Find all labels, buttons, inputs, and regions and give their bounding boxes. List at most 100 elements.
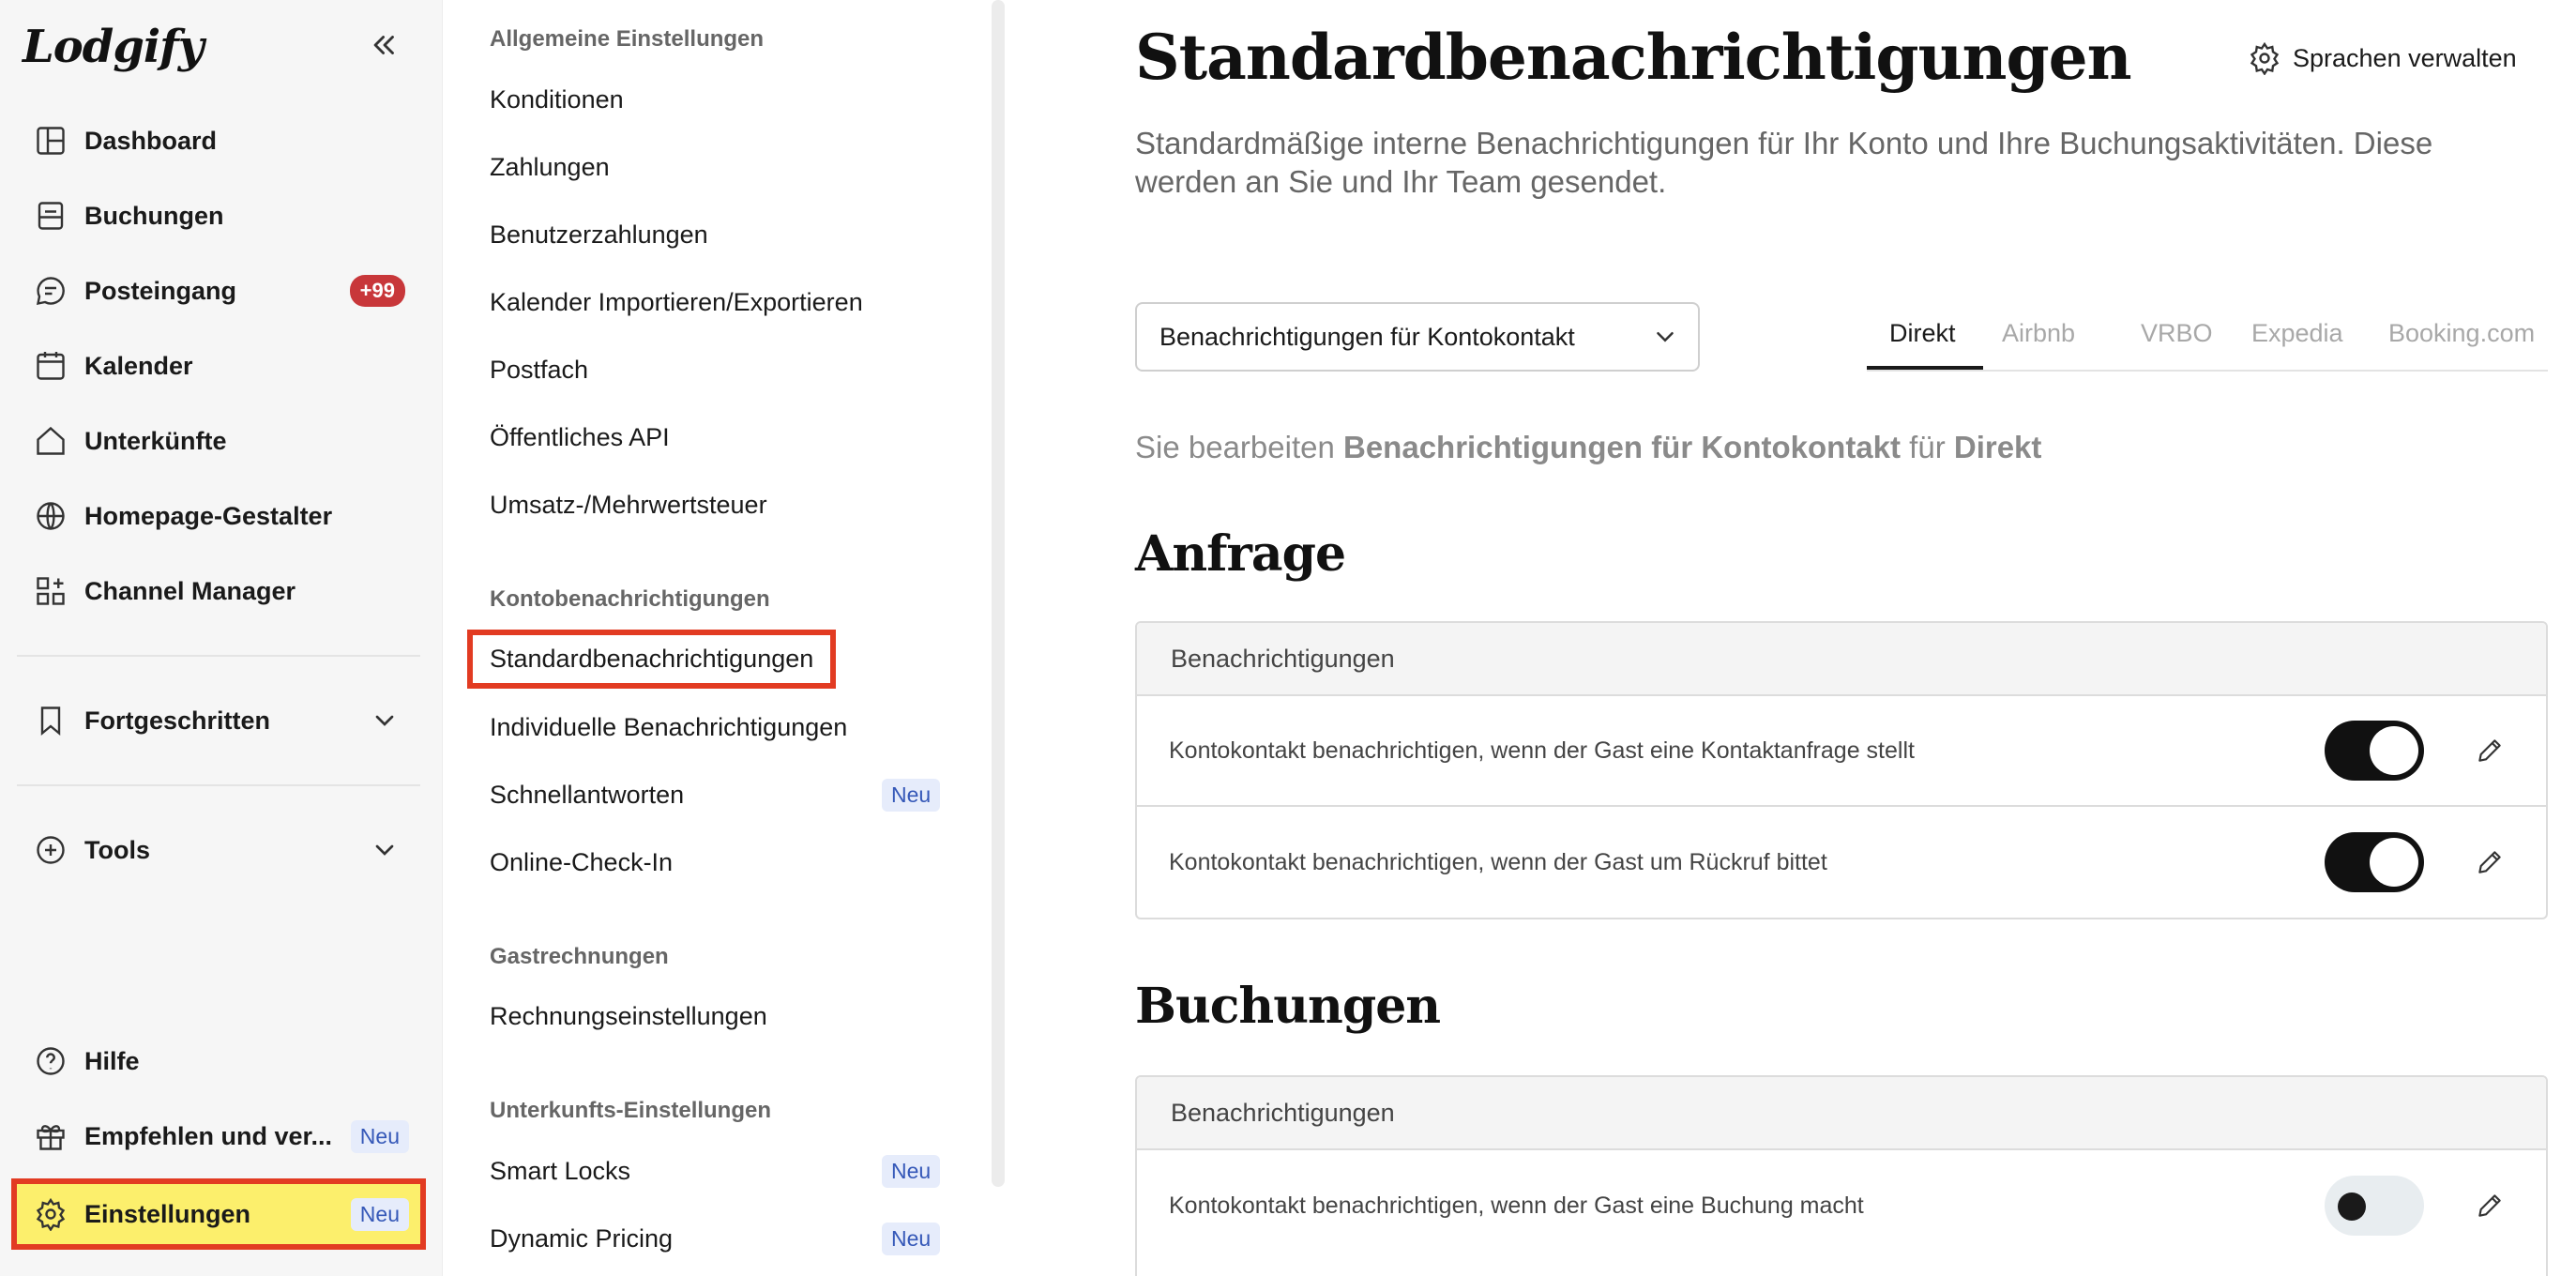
notification-text: Kontokontakt benachrichtigen, wenn der G… <box>1169 1192 1864 1219</box>
sidebar-item-label: Einstellungen <box>84 1199 251 1228</box>
settings-item-online-check-in[interactable]: Online-Check-In <box>490 848 673 877</box>
settings-item-standardbenachrichtigungen[interactable]: Standardbenachrichtigungen <box>466 630 837 689</box>
sidebar-item-label: Posteingang <box>84 276 237 305</box>
tab-direkt[interactable]: Direkt <box>1889 319 1956 348</box>
gear-icon <box>17 1197 84 1231</box>
settings-item-rechnungseinstellungen[interactable]: Rechnungseinstellungen <box>490 1002 767 1031</box>
toggle-knob <box>2370 838 2418 887</box>
inbox-icon <box>17 274 84 308</box>
page-title: Standardbenachrichtigungen <box>1135 21 2132 94</box>
collapse-sidebar-button[interactable] <box>364 26 405 64</box>
editing-prefix: Sie bearbeiten <box>1135 430 1335 464</box>
settings-item-oeffentliches-api[interactable]: Öffentliches API <box>490 423 670 452</box>
settings-item-smart-locks[interactable]: Smart Locks <box>490 1157 630 1186</box>
sidebar-item-buchungen[interactable]: Buchungen <box>17 186 420 246</box>
sidebar-item-einstellungen[interactable]: Einstellungen Neu <box>11 1178 426 1250</box>
inbox-count-badge: +99 <box>349 275 405 307</box>
manage-languages-button[interactable]: Sprachen verwalten <box>2248 38 2517 79</box>
settings-item-schnellantworten[interactable]: Schnellantworten <box>490 781 684 810</box>
sidebar-group-fortgeschritten[interactable]: Fortgeschritten <box>17 691 420 751</box>
home-icon <box>17 424 84 458</box>
bookings-icon <box>17 199 84 233</box>
select-value: Benachrichtigungen für Kontokontakt <box>1159 322 1575 351</box>
sidebar-item-channel-manager[interactable]: Channel Manager <box>17 561 420 621</box>
lodgify-logo[interactable]: Lodgify <box>23 21 205 73</box>
sidebar-item-label: Dashboard <box>84 126 218 155</box>
edit-button[interactable] <box>2471 843 2508 881</box>
notifications-card-buchungen: Benachrichtigungen Kontokontakt benachri… <box>1135 1075 2548 1276</box>
sidebar-item-label: Channel Manager <box>84 576 296 605</box>
double-chevron-left-icon <box>373 36 394 54</box>
notification-toggle[interactable] <box>2325 832 2424 892</box>
new-badge: Neu <box>882 779 941 812</box>
edit-button[interactable] <box>2471 732 2508 769</box>
new-badge: Neu <box>882 1223 941 1255</box>
tab-booking-com[interactable]: Booking.com <box>2388 319 2535 348</box>
settings-item-konditionen[interactable]: Konditionen <box>490 85 624 114</box>
settings-section-title: Unterkunfts-Einstellungen <box>490 1098 772 1123</box>
settings-section-title: Allgemeine Einstellungen <box>490 26 765 52</box>
dashboard-icon <box>17 124 84 158</box>
editing-target: Benachrichtigungen für Kontokontakt <box>1343 430 1901 464</box>
tab-airbnb[interactable]: Airbnb <box>2002 319 2075 348</box>
sidebar-item-empfehlen[interactable]: Empfehlen und ver... Neu <box>17 1106 420 1166</box>
tab-expedia[interactable]: Expedia <box>2251 319 2343 348</box>
editing-middle: für <box>1909 430 1946 464</box>
manage-languages-label: Sprachen verwalten <box>2293 43 2517 72</box>
globe-icon <box>17 499 84 533</box>
sidebar-item-label: Buchungen <box>84 201 224 230</box>
sidebar-item-hilfe[interactable]: Hilfe <box>17 1031 420 1091</box>
notification-toggle[interactable] <box>2325 721 2424 781</box>
settings-item-benutzerzahlungen[interactable]: Benutzerzahlungen <box>490 220 708 250</box>
settings-nav-scrollbar[interactable] <box>992 0 1005 1187</box>
main-sidebar: Lodgify Dashboard Buchungen Posteingang … <box>0 0 443 1276</box>
new-badge: Neu <box>350 1197 409 1231</box>
sidebar-item-label: Hilfe <box>84 1046 140 1075</box>
sidebar-item-kalender[interactable]: Kalender <box>17 336 420 396</box>
notification-row: Kontokontakt benachrichtigen, wenn der G… <box>1137 696 2546 807</box>
section-title-anfrage: Anfrage <box>1135 525 1346 583</box>
card-header: Benachrichtigungen <box>1137 1077 2546 1150</box>
settings-section-title: Kontobenachrichtigungen <box>490 586 770 612</box>
sidebar-item-label: Empfehlen und ver... <box>84 1121 333 1150</box>
card-header: Benachrichtigungen <box>1137 623 2546 696</box>
pencil-icon <box>2478 851 2501 873</box>
toggle-knob <box>2338 1192 2366 1221</box>
sidebar-group-label: Fortgeschritten <box>84 706 271 735</box>
channel-tabs: Direkt Airbnb VRBO Expedia Booking.com <box>1867 302 2548 372</box>
sidebar-item-homepage-gestalter[interactable]: Homepage-Gestalter <box>17 486 420 546</box>
chevron-down-icon <box>375 844 394 856</box>
sidebar-group-tools[interactable]: Tools <box>17 820 420 880</box>
settings-item-dynamic-pricing[interactable]: Dynamic Pricing <box>490 1224 673 1253</box>
sidebar-item-label: Unterkünfte <box>84 426 227 455</box>
sidebar-item-unterkuenfte[interactable]: Unterkünfte <box>17 411 420 471</box>
gift-icon <box>17 1119 84 1153</box>
settings-section-title: Gastrechnungen <box>490 944 669 969</box>
settings-item-umsatzsteuer[interactable]: Umsatz-/Mehrwertsteuer <box>490 491 767 520</box>
settings-item-individuelle-benachrichtigungen[interactable]: Individuelle Benachrichtigungen <box>490 713 847 742</box>
channel-icon <box>17 574 84 608</box>
notification-recipient-select[interactable]: Benachrichtigungen für Kontokontakt <box>1135 302 1700 372</box>
notification-row: Kontokontakt benachrichtigen, wenn der G… <box>1137 1150 2546 1261</box>
settings-item-postfach[interactable]: Postfach <box>490 356 588 385</box>
notification-row: Kontokontakt benachrichtigen, wenn der G… <box>1137 807 2546 918</box>
settings-item-kalender-import-export[interactable]: Kalender Importieren/Exportieren <box>490 288 863 317</box>
tab-vrbo[interactable]: VRBO <box>2141 319 2213 348</box>
sidebar-item-posteingang[interactable]: Posteingang +99 <box>17 261 420 321</box>
app-window: Lodgify Dashboard Buchungen Posteingang … <box>0 0 2576 1276</box>
notification-toggle[interactable] <box>2325 1176 2424 1236</box>
sidebar-divider <box>17 784 420 786</box>
sidebar-group-label: Tools <box>84 835 150 864</box>
chevron-down-icon <box>375 715 394 726</box>
edit-button[interactable] <box>2471 1187 2508 1224</box>
plus-circle-icon <box>17 833 84 867</box>
notifications-card-anfrage: Benachrichtigungen Kontokontakt benachri… <box>1135 621 2548 919</box>
sidebar-divider <box>17 655 420 657</box>
active-tab-indicator <box>1867 366 1983 370</box>
settings-item-zahlungen[interactable]: Zahlungen <box>490 153 610 182</box>
bookmark-icon <box>17 704 84 737</box>
sidebar-item-label: Kalender <box>84 351 193 380</box>
sidebar-item-dashboard[interactable]: Dashboard <box>17 111 420 171</box>
sidebar-item-label: Homepage-Gestalter <box>84 501 333 530</box>
new-badge: Neu <box>882 1155 941 1188</box>
